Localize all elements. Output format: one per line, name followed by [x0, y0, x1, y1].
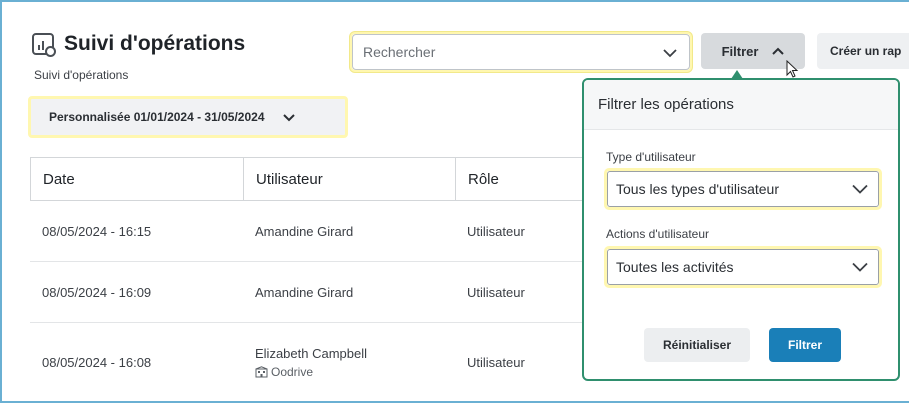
user-actions-label: Actions d'utilisateur	[606, 227, 710, 241]
page-header: Suivi d'opérations	[32, 32, 246, 57]
building-icon	[255, 365, 268, 377]
filter-panel: Filtrer les opérations Type d'utilisateu…	[582, 78, 900, 381]
reset-button[interactable]: Réinitialiser	[644, 328, 750, 362]
date-range-label: Personnalisée 01/01/2024 - 31/05/2024	[49, 110, 265, 124]
cell-date: 08/05/2024 - 16:09	[42, 284, 152, 300]
create-report-label: Créer un rap	[830, 44, 902, 58]
cell-user: Amandine Girard	[255, 223, 354, 239]
cell-user-with-org: Elizabeth Campbell Oodrive	[243, 346, 455, 379]
user-type-value: Tous les types d'utilisateur	[616, 181, 779, 197]
search-input[interactable]	[352, 34, 690, 70]
chevron-up-icon	[772, 47, 785, 55]
mouse-cursor-icon	[786, 60, 799, 78]
apply-filter-button[interactable]: Filtrer	[769, 328, 841, 362]
user-type-select[interactable]: Tous les types d'utilisateur	[604, 168, 882, 210]
create-report-button[interactable]: Créer un rap	[817, 33, 909, 69]
chevron-down-icon	[852, 184, 868, 194]
chevron-down-icon	[282, 113, 295, 121]
filter-panel-title: Filtrer les opérations	[584, 80, 898, 130]
cell-date: 08/05/2024 - 16:15	[42, 223, 152, 239]
page-title: Suivi d'opérations	[64, 32, 246, 55]
organization: Oodrive	[255, 365, 455, 379]
search-field[interactable]	[350, 32, 692, 72]
chevron-down-icon[interactable]	[662, 45, 678, 61]
chevron-down-icon	[852, 262, 868, 272]
column-header-date[interactable]: Date	[31, 158, 244, 200]
cell-user: Amandine Girard	[255, 284, 354, 300]
user-actions-value: Toutes les activités	[616, 259, 734, 275]
organization-name: Oodrive	[271, 364, 314, 379]
cell-date: 08/05/2024 - 16:08	[42, 354, 152, 370]
column-header-user[interactable]: Utilisateur	[244, 158, 456, 200]
breadcrumb: Suivi d'opérations	[34, 68, 129, 82]
filter-button-label: Filtrer	[721, 43, 759, 59]
date-range-selector[interactable]: Personnalisée 01/01/2024 - 31/05/2024	[28, 96, 348, 138]
operations-report-icon	[32, 33, 56, 57]
cell-user: Elizabeth Campbell	[255, 345, 368, 361]
user-actions-select[interactable]: Toutes les activités	[604, 246, 882, 288]
user-type-label: Type d'utilisateur	[606, 150, 696, 164]
